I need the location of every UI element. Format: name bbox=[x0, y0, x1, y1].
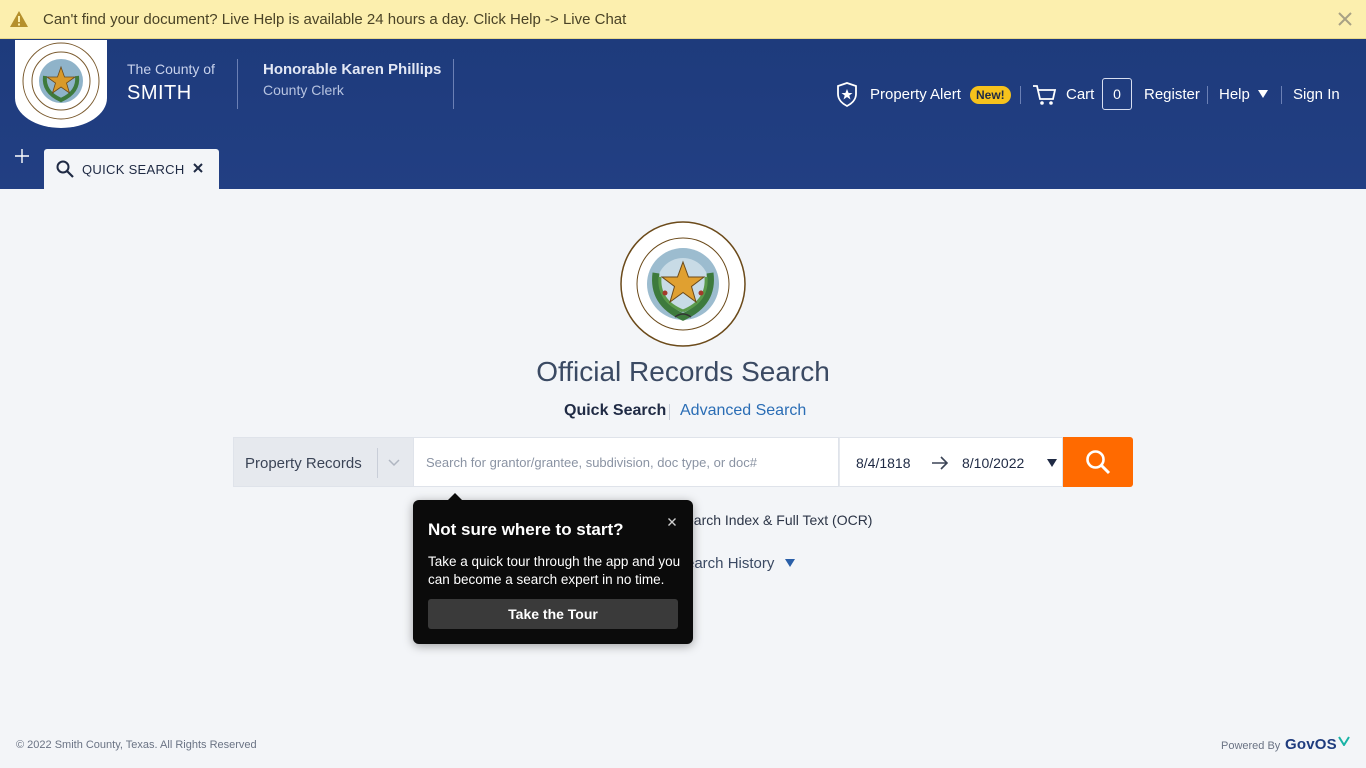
close-icon[interactable] bbox=[667, 517, 677, 527]
cart-icon[interactable] bbox=[1032, 84, 1057, 106]
header-divider bbox=[453, 59, 454, 109]
cart-link[interactable]: Cart bbox=[1066, 86, 1094, 103]
cart-count[interactable]: 0 bbox=[1102, 78, 1132, 110]
header-divider bbox=[237, 59, 238, 109]
search-button[interactable] bbox=[1063, 437, 1133, 487]
banner-message: Can't find your document? Live Help is a… bbox=[43, 11, 627, 28]
tooltip-title: Not sure where to start? bbox=[428, 520, 624, 539]
take-tour-button[interactable]: Take the Tour bbox=[428, 599, 678, 629]
copyright-text: © 2022 Smith County, Texas. All Rights R… bbox=[16, 739, 257, 751]
page-title: Official Records Search bbox=[536, 356, 830, 387]
help-menu[interactable]: Help bbox=[1219, 86, 1250, 103]
caret-down-icon[interactable] bbox=[1258, 90, 1268, 98]
close-icon[interactable] bbox=[1335, 9, 1355, 29]
nav-divider bbox=[1207, 86, 1208, 104]
search-index-option[interactable]: earch Index & Full Text (OCR) bbox=[686, 512, 872, 528]
department-value: Property Records bbox=[245, 455, 362, 472]
date-range-picker[interactable]: 8/4/1818 8/10/2022 bbox=[839, 437, 1063, 487]
new-badge: New! bbox=[970, 86, 1011, 104]
nav-divider bbox=[1020, 86, 1021, 104]
search-input[interactable] bbox=[414, 438, 838, 486]
search-icon bbox=[56, 160, 74, 178]
advanced-search-link[interactable]: Advanced Search bbox=[680, 402, 806, 420]
caret-down-icon bbox=[1047, 459, 1057, 467]
tooltip-body: Take a quick tour through the app and yo… bbox=[428, 554, 681, 587]
sign-in-link[interactable]: Sign In bbox=[1293, 86, 1340, 103]
tab-label: QUICK SEARCH bbox=[82, 162, 185, 177]
county-name: SMITH bbox=[127, 82, 192, 104]
department-select[interactable]: Property Records bbox=[233, 437, 413, 487]
mode-divider bbox=[669, 404, 670, 420]
search-bar: Property Records 8/4/1818 8/10/2022 bbox=[233, 437, 1133, 487]
search-history-toggle[interactable]: earch History bbox=[686, 555, 774, 572]
chevron-down-icon bbox=[388, 459, 400, 467]
property-alert-link[interactable]: Property Alert bbox=[870, 86, 961, 103]
arrow-right-icon bbox=[932, 456, 949, 470]
search-field-wrap bbox=[413, 437, 839, 487]
county-prefix: The County of bbox=[127, 61, 215, 77]
clerk-title: County Clerk bbox=[263, 82, 344, 98]
date-to: 8/10/2022 bbox=[962, 455, 1025, 471]
tab-quick-search[interactable]: QUICK SEARCH bbox=[44, 149, 219, 189]
caret-down-icon[interactable] bbox=[785, 559, 795, 567]
close-tab-icon[interactable] bbox=[192, 162, 204, 174]
county-seal-logo[interactable] bbox=[15, 40, 107, 128]
nav-divider bbox=[1281, 86, 1282, 104]
search-icon bbox=[1086, 450, 1111, 475]
register-link[interactable]: Register bbox=[1144, 86, 1200, 103]
warning-icon bbox=[10, 11, 28, 27]
tour-tooltip: Not sure where to start? Take a quick to… bbox=[413, 500, 693, 644]
add-tab-icon[interactable] bbox=[12, 146, 32, 166]
govos-logo-mark-icon bbox=[1338, 736, 1350, 746]
powered-by-text: Powered By bbox=[1221, 740, 1281, 752]
select-divider bbox=[377, 448, 378, 478]
live-help-banner: Can't find your document? Live Help is a… bbox=[0, 0, 1366, 39]
county-seal bbox=[620, 221, 746, 347]
govos-logo[interactable]: GovOS bbox=[1285, 736, 1337, 753]
shield-star-icon[interactable] bbox=[836, 82, 858, 107]
quick-search-tab[interactable]: Quick Search bbox=[564, 402, 666, 420]
clerk-name: Honorable Karen Phillips bbox=[263, 61, 442, 78]
date-from: 8/4/1818 bbox=[856, 455, 911, 471]
